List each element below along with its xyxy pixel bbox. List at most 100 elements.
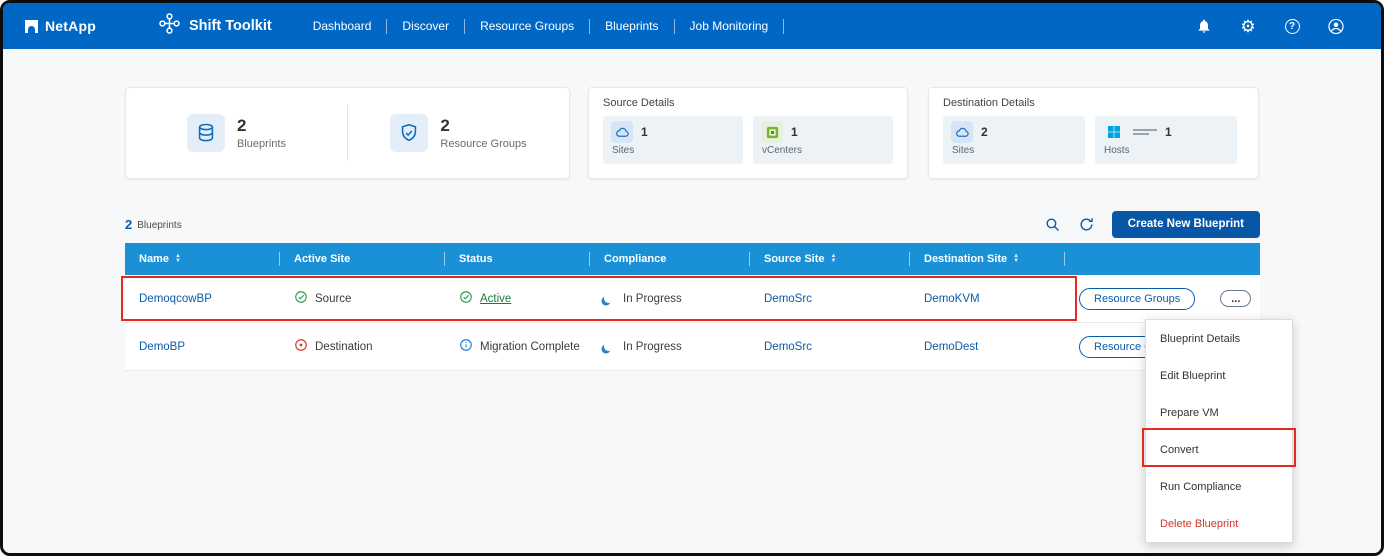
blueprint-name-link[interactable]: DemoBP [139,341,185,353]
info-circle-icon [459,338,473,355]
source-site-link[interactable]: DemoSrc [764,293,812,305]
header-label: Active Site [294,253,350,265]
nav-separator [783,19,784,34]
destination-hosts-count: 1 [1165,125,1172,139]
nav-item-discover[interactable]: Discover [387,19,465,34]
header-label: Name [139,253,169,265]
destination-hosts-tile: 1 Hosts [1095,116,1237,164]
compliance-value: In Progress [623,341,682,353]
header-source-site[interactable]: Source Site ▲▼ [750,243,910,275]
app-title-text: Shift Toolkit [189,18,272,34]
menu-item-prepare-vm[interactable]: Prepare VM [1146,394,1292,431]
nav-item-label[interactable]: Job Monitoring [675,19,784,33]
header-label: Compliance [604,253,666,265]
header-destination-site[interactable]: Destination Site ▲▼ [910,243,1065,275]
sort-icon[interactable]: ▲▼ [831,254,837,264]
source-sites-label: Sites [612,145,735,156]
header-status: Status [445,243,590,275]
user-account-icon[interactable] [1327,17,1345,35]
sort-icon[interactable]: ▲▼ [175,254,181,264]
source-site-link[interactable]: DemoSrc [764,341,812,353]
source-sites-tile: 1 Sites [603,116,743,164]
nav-item-label[interactable]: Discover [387,19,464,33]
main-nav: Dashboard Discover Resource Groups Bluep… [298,19,785,34]
settings-gear-icon[interactable]: ⚙ [1239,17,1257,35]
resource-groups-label: Resource Groups [440,138,526,150]
source-vcenters-count: 1 [791,125,798,139]
header-compliance: Compliance [590,243,750,275]
menu-item-edit-blueprint[interactable]: Edit Blueprint [1146,357,1292,394]
cloud-icon [951,121,973,143]
status-value: Migration Complete [480,341,580,353]
header-active-site: Active Site [280,243,445,275]
nav-utility-icons: ⚙ ? [1195,17,1359,35]
destination-circle-icon [294,338,308,355]
menu-item-run-compliance[interactable]: Run Compliance [1146,468,1292,505]
resource-groups-button[interactable]: Resource Groups [1079,288,1195,310]
app-title: Shift Toolkit [158,12,272,40]
resource-groups-count: 2 [440,116,526,136]
blueprint-list-label: Blueprints [137,220,181,231]
blueprints-count: 2 [237,116,286,136]
nav-item-label[interactable]: Resource Groups [465,19,589,33]
nav-item-resource-groups[interactable]: Resource Groups [465,19,590,34]
in-progress-icon [604,294,613,303]
sort-icon[interactable]: ▲▼ [1013,254,1019,264]
nav-item-job-monitoring[interactable]: Job Monitoring [675,19,785,34]
destination-sites-label: Sites [952,145,1077,156]
table-row: DemoqcowBP Source Active [125,275,1260,323]
destination-site-link[interactable]: DemoDest [924,341,978,353]
destination-details-card: Destination Details 2 Sites [928,87,1259,179]
cloud-icon [611,121,633,143]
create-new-blueprint-button[interactable]: Create New Blueprint [1112,211,1260,238]
status-active-link[interactable]: Active [480,293,511,305]
menu-item-blueprint-details[interactable]: Blueprint Details [1146,320,1292,357]
destination-sites-count: 2 [981,125,988,139]
blueprints-table: Name ▲▼ Active Site Status Compliance So… [125,243,1260,371]
table-row: DemoBP Destination Migratio [125,323,1260,371]
header-name[interactable]: Name ▲▼ [125,243,280,275]
source-vcenters-label: vCenters [762,145,885,156]
source-sites-count: 1 [641,125,648,139]
vcenter-icon [761,121,783,143]
source-details-title: Source Details [603,97,893,109]
top-nav: NetApp Shift Toolkit Dashboard Discover [3,3,1381,49]
header-label: Status [459,253,493,265]
menu-item-convert[interactable]: Convert [1146,431,1292,468]
destination-sites-tile: 2 Sites [943,116,1085,164]
hyperv-wordmark [1133,129,1157,135]
app-window: NetApp Shift Toolkit Dashboard Discover [0,0,1384,556]
table-header-row: Name ▲▼ Active Site Status Compliance So… [125,243,1260,275]
blueprint-list-count: 2 [125,217,132,232]
row-more-actions-button[interactable]: ... [1220,290,1251,307]
header-label: Source Site [764,253,825,265]
summary-resource-groups: 2 Resource Groups [348,114,569,152]
header-actions [1065,243,1260,275]
netapp-logo: NetApp [25,18,96,34]
search-icon[interactable] [1044,215,1062,233]
nav-item-label[interactable]: Dashboard [298,19,387,33]
netapp-brand-name: NetApp [45,18,96,34]
check-circle-icon [294,290,308,307]
blueprint-name-link[interactable]: DemoqcowBP [139,293,212,305]
in-progress-icon [604,342,613,351]
netapp-logo-icon [25,20,38,33]
nav-item-blueprints[interactable]: Blueprints [590,19,674,34]
blueprints-icon [187,114,225,152]
check-circle-icon [459,290,473,307]
summary-blueprints: 2 Blueprints [126,114,347,152]
menu-item-delete-blueprint[interactable]: Delete Blueprint [1146,505,1292,542]
help-icon[interactable]: ? [1283,17,1301,35]
header-label: Destination Site [924,253,1007,265]
nav-item-dashboard[interactable]: Dashboard [298,19,388,34]
destination-hosts-label: Hosts [1104,145,1229,156]
hyperv-windows-icon [1103,121,1125,143]
source-vcenters-tile: 1 vCenters [753,116,893,164]
notifications-bell-icon[interactable] [1195,17,1213,35]
destination-site-link[interactable]: DemoKVM [924,293,980,305]
destination-details-title: Destination Details [943,97,1244,109]
refresh-icon[interactable] [1078,215,1096,233]
nav-item-label[interactable]: Blueprints [590,19,673,33]
active-site-value: Source [315,293,351,305]
main-content: 2 Blueprints 2 Resource Groups [3,49,1381,553]
